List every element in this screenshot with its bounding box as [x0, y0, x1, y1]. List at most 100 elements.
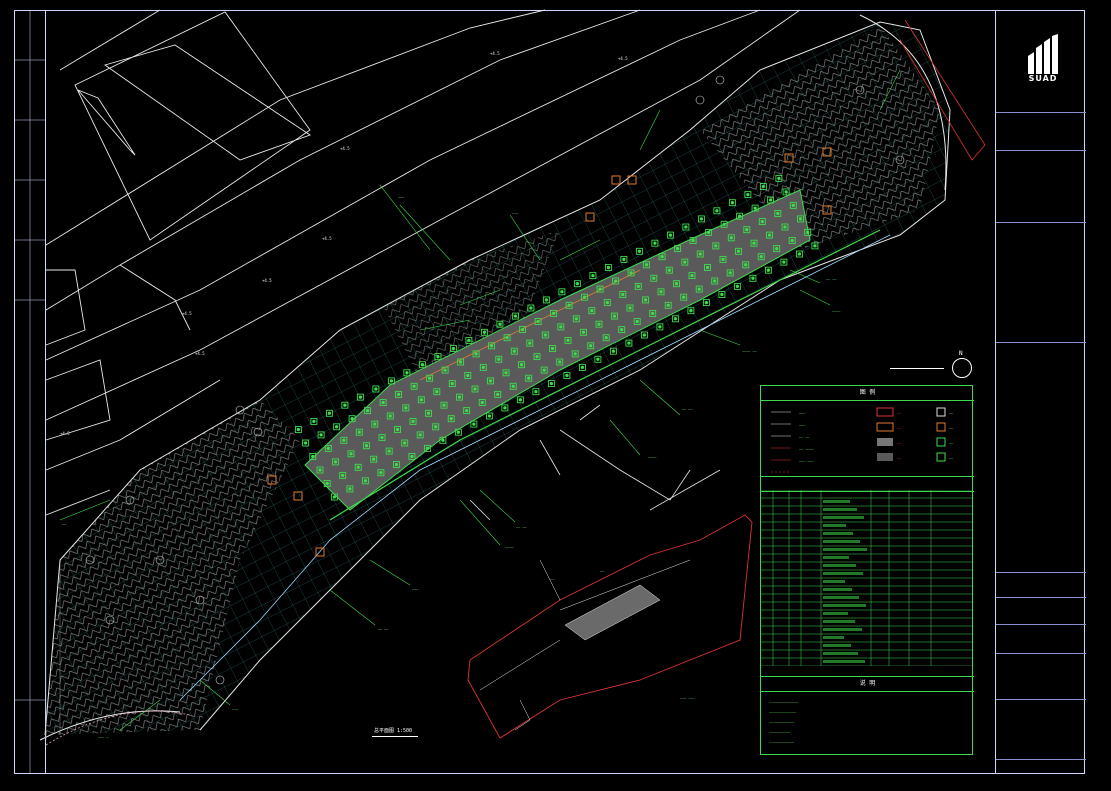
svg-text:———: ———: [799, 423, 806, 427]
tree-trunk: [318, 468, 322, 472]
table-text-placeholder: [823, 572, 863, 575]
svg-text:———: ———: [398, 195, 405, 199]
title-block-row-3: [996, 222, 1086, 340]
tree-trunk: [806, 230, 810, 235]
tree-trunk: [776, 211, 780, 216]
tree-trunk: [699, 217, 704, 221]
tree-trunk: [434, 425, 438, 429]
tree-trunk: [642, 333, 647, 337]
left-strip-marks: [14, 10, 46, 774]
tree-trunk: [720, 292, 724, 297]
tree-trunk: [342, 438, 346, 442]
tree-trunk: [565, 373, 569, 378]
tree-trunk: [611, 349, 616, 353]
tree-trunk: [427, 376, 432, 380]
tree-trunk: [426, 411, 431, 415]
tree-trunk: [441, 438, 445, 442]
title-block: [995, 10, 1086, 774]
svg-text:+4.5: +4.5: [262, 278, 272, 283]
svg-text:——: ——: [897, 411, 902, 415]
tree-trunk: [489, 344, 494, 348]
tree-trunk: [518, 398, 523, 402]
svg-text:————: ————: [648, 455, 657, 459]
svg-text:——: ——: [897, 441, 902, 445]
legend-header: 图 例: [761, 386, 974, 401]
tree-trunk: [536, 319, 540, 324]
tree-trunk: [387, 449, 391, 453]
tree-trunk: [753, 206, 757, 210]
table-text-placeholder: [823, 652, 858, 655]
title-block-row-2: [996, 150, 1086, 220]
tree-trunk: [574, 317, 578, 321]
svg-text:—— ——: —— ——: [799, 435, 810, 439]
tree-trunk: [575, 282, 580, 286]
tree-trunk: [451, 346, 456, 351]
title-block-row-4: [996, 342, 1086, 572]
table-text-placeholder: [823, 596, 859, 599]
tree-trunk: [684, 225, 688, 229]
svg-text:——— ———: ——— ———: [799, 459, 815, 463]
tree-trunk: [760, 219, 764, 224]
svg-text:——: ——: [600, 569, 605, 573]
tree-trunk: [303, 441, 308, 445]
tree-trunk: [606, 265, 611, 270]
tree-trunk: [442, 403, 446, 407]
tree-trunk: [505, 336, 509, 340]
tree-trunk: [550, 346, 555, 351]
svg-text:+4.5: +4.5: [182, 311, 192, 316]
tree-trunk: [497, 357, 501, 361]
tree-trunk: [715, 209, 719, 213]
tree-trunk: [396, 392, 401, 397]
tree-trunk: [566, 338, 570, 343]
tree-trunk: [698, 252, 702, 256]
tree-trunk: [511, 384, 515, 388]
tree-trunk: [744, 263, 748, 267]
tree-trunk: [319, 433, 323, 437]
table-text-placeholder: [823, 588, 852, 591]
tree-trunk: [629, 271, 633, 275]
tree-trunk: [481, 365, 485, 370]
tree-trunk: [660, 255, 664, 259]
svg-text:——: ——: [897, 426, 902, 430]
tree-trunk: [691, 238, 695, 243]
svg-text:+4.5: +4.5: [60, 431, 70, 436]
svg-text:————: ————: [505, 545, 514, 549]
tree-trunk: [767, 233, 772, 237]
tree-trunk: [312, 419, 316, 424]
tree-trunk: [551, 311, 556, 316]
table-text-placeholder: [823, 620, 855, 623]
tree-trunk: [659, 290, 663, 294]
tree-trunk: [373, 422, 377, 426]
tree-trunk: [513, 314, 518, 318]
table-text-placeholder: [823, 580, 845, 583]
tree-trunk: [791, 203, 795, 208]
tree-trunk: [596, 357, 600, 361]
tree-trunk: [482, 330, 487, 334]
svg-text:——: ——: [949, 456, 954, 460]
table-text-placeholder: [823, 612, 848, 615]
tree-trunk: [728, 271, 732, 275]
tree-trunk: [341, 473, 345, 478]
legend-notes-header: 说 明: [761, 676, 974, 692]
table-text-placeholder: [823, 548, 867, 551]
svg-text:—— ————: —— ————: [799, 447, 815, 451]
existing-building: [45, 11, 311, 441]
tree-trunk: [589, 344, 593, 348]
svg-text:——: ——: [897, 456, 902, 460]
table-text-placeholder: [823, 604, 866, 607]
tree-trunk: [683, 260, 687, 264]
pier-details: [479, 559, 691, 731]
title-block-row-8: [996, 653, 1086, 699]
tree-trunk: [783, 225, 787, 229]
tree-trunk: [503, 406, 507, 410]
table-text-placeholder: [823, 660, 865, 663]
tree-trunk: [714, 244, 718, 248]
tree-trunk: [465, 408, 469, 413]
tree-trunk: [636, 284, 640, 289]
tree-trunk: [529, 306, 533, 310]
tree-trunk: [612, 314, 617, 318]
table-text-placeholder: [823, 636, 844, 639]
tree-trunk: [411, 419, 415, 424]
tree-trunk: [333, 460, 338, 464]
svg-text:—— ——: —— ——: [378, 627, 389, 631]
